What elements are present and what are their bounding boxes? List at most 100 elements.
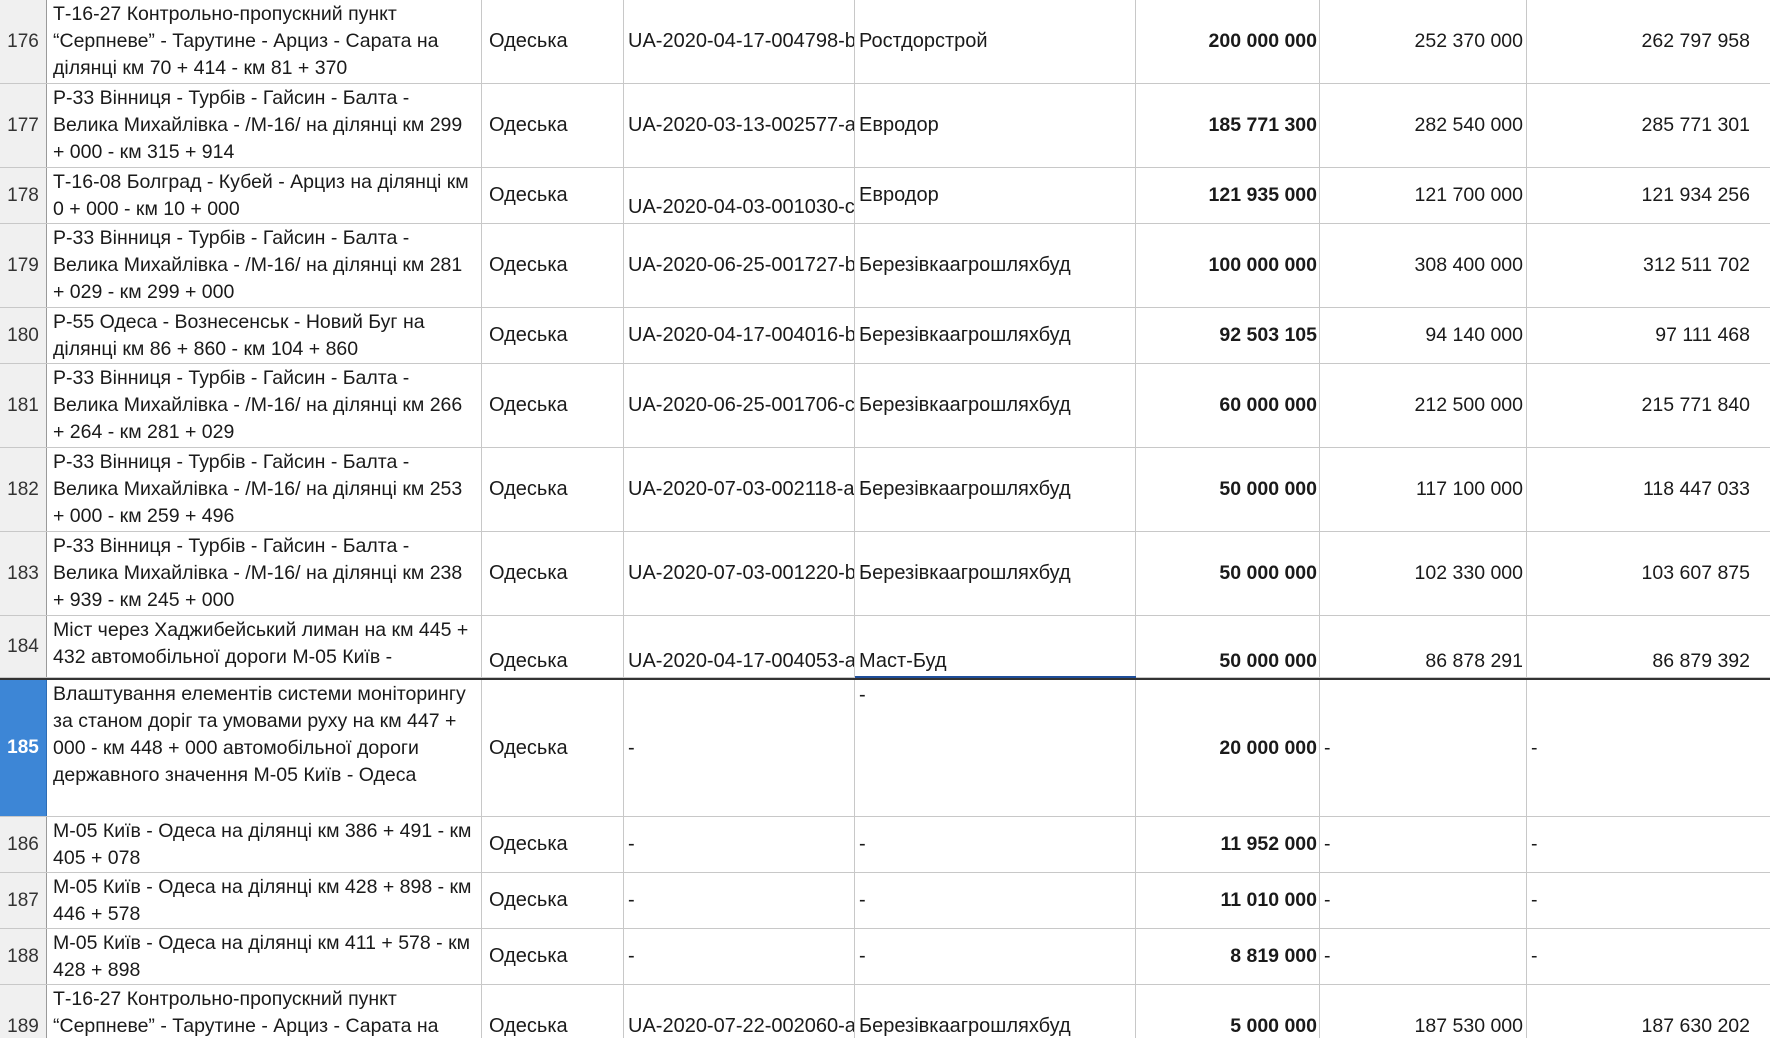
cell-name[interactable]: Р-33 Вінниця - Турбів - Гайсин - Балта -…	[47, 224, 482, 307]
cell-region[interactable]: Одеська	[482, 680, 624, 816]
cell-name[interactable]: Влаштування елементів системи моніторинг…	[47, 680, 482, 816]
cell-amount[interactable]: 100 000 000	[1136, 224, 1320, 307]
cell-amount[interactable]: 5 000 000	[1136, 985, 1320, 1038]
cell-value-1[interactable]: 94 140 000	[1320, 308, 1527, 363]
cell-tender-id[interactable]: UA-2020-04-03-001030-c	[624, 168, 855, 223]
cell-tender-id[interactable]: UA-2020-04-17-004053-a	[624, 616, 855, 677]
cell-region[interactable]: Одеська	[482, 84, 624, 167]
cell-value-2[interactable]: -	[1527, 873, 1770, 928]
cell-value-1[interactable]: 86 878 291	[1320, 616, 1527, 677]
cell-value-1[interactable]: 212 500 000	[1320, 364, 1527, 447]
cell-name[interactable]: Р-33 Вінниця - Турбів - Гайсин - Балта -…	[47, 532, 482, 615]
cell-region[interactable]: Одеська	[482, 448, 624, 531]
row-header[interactable]: 180	[0, 308, 47, 363]
cell-amount[interactable]: 92 503 105	[1136, 308, 1320, 363]
cell-amount[interactable]: 11 010 000	[1136, 873, 1320, 928]
cell-amount[interactable]: 11 952 000	[1136, 817, 1320, 872]
cell-contractor[interactable]: Ростдорстрой	[855, 0, 1136, 83]
cell-contractor[interactable]: Березівкаагрошляхбуд	[855, 364, 1136, 447]
cell-value-2[interactable]: 97 111 468	[1527, 308, 1770, 363]
cell-region[interactable]: Одеська	[482, 532, 624, 615]
cell-value-2[interactable]: -	[1527, 817, 1770, 872]
cell-region[interactable]: Одеська	[482, 929, 624, 984]
cell-amount[interactable]: 121 935 000	[1136, 168, 1320, 223]
cell-contractor[interactable]: Евродор	[855, 168, 1136, 223]
cell-tender-id[interactable]: -	[624, 817, 855, 872]
cell-tender-id[interactable]: UA-2020-06-25-001727-b	[624, 224, 855, 307]
cell-value-2[interactable]: 312 511 702	[1527, 224, 1770, 307]
cell-region[interactable]: Одеська	[482, 0, 624, 83]
row-header[interactable]: 181	[0, 364, 47, 447]
cell-tender-id[interactable]: UA-2020-06-25-001706-c	[624, 364, 855, 447]
cell-tender-id[interactable]: UA-2020-07-03-001220-b	[624, 532, 855, 615]
cell-name[interactable]: М-05 Київ - Одеса на ділянці км 386 + 49…	[47, 817, 482, 872]
cell-value-1[interactable]: -	[1320, 817, 1527, 872]
row-header[interactable]: 176	[0, 0, 47, 83]
cell-value-2[interactable]: 285 771 301	[1527, 84, 1770, 167]
cell-amount[interactable]: 200 000 000	[1136, 0, 1320, 83]
row-header[interactable]: 189	[0, 985, 47, 1038]
row-header[interactable]: 182	[0, 448, 47, 531]
cell-name[interactable]: Р-33 Вінниця - Турбів - Гайсин - Балта -…	[47, 448, 482, 531]
cell-contractor[interactable]: -	[855, 929, 1136, 984]
cell-value-1[interactable]: 308 400 000	[1320, 224, 1527, 307]
cell-value-2[interactable]: 262 797 958	[1527, 0, 1770, 83]
cell-value-2[interactable]: 103 607 875	[1527, 532, 1770, 615]
cell-contractor[interactable]: -	[855, 817, 1136, 872]
row-header[interactable]: 177	[0, 84, 47, 167]
cell-value-1[interactable]: -	[1320, 680, 1527, 816]
cell-amount[interactable]: 8 819 000	[1136, 929, 1320, 984]
cell-amount[interactable]: 50 000 000	[1136, 616, 1320, 677]
cell-name[interactable]: Т-16-08 Болград - Кубей - Арциз на ділян…	[47, 168, 482, 223]
row-header[interactable]: 183	[0, 532, 47, 615]
cell-name[interactable]: М-05 Київ - Одеса на ділянці км 411 + 57…	[47, 929, 482, 984]
cell-amount[interactable]: 50 000 000	[1136, 448, 1320, 531]
cell-contractor[interactable]: Березівкаагрошляхбуд	[855, 448, 1136, 531]
row-header[interactable]: 187	[0, 873, 47, 928]
cell-value-1[interactable]: 282 540 000	[1320, 84, 1527, 167]
cell-contractor[interactable]: -	[855, 680, 1136, 816]
cell-region[interactable]: Одеська	[482, 985, 624, 1038]
cell-name[interactable]: Міст через Хаджибейський лиман на км 445…	[47, 616, 482, 677]
cell-contractor[interactable]: -	[855, 873, 1136, 928]
cell-contractor[interactable]: Березівкаагрошляхбуд	[855, 224, 1136, 307]
cell-region[interactable]: Одеська	[482, 817, 624, 872]
cell-contractor[interactable]: Евродор	[855, 84, 1136, 167]
cell-tender-id[interactable]: -	[624, 873, 855, 928]
cell-value-2[interactable]: -	[1527, 929, 1770, 984]
cell-contractor[interactable]: Маст-Буд	[855, 616, 1136, 677]
cell-value-1[interactable]: 187 530 000	[1320, 985, 1527, 1038]
cell-tender-id[interactable]: -	[624, 680, 855, 816]
cell-tender-id[interactable]: UA-2020-04-17-004798-b	[624, 0, 855, 83]
cell-value-1[interactable]: 102 330 000	[1320, 532, 1527, 615]
cell-name[interactable]: Р-33 Вінниця - Турбів - Гайсин - Балта -…	[47, 364, 482, 447]
cell-contractor[interactable]: Березівкаагрошляхбуд	[855, 308, 1136, 363]
cell-value-2[interactable]: -	[1527, 680, 1770, 816]
cell-region[interactable]: Одеська	[482, 364, 624, 447]
cell-tender-id[interactable]: UA-2020-04-17-004016-b	[624, 308, 855, 363]
row-header[interactable]: 179	[0, 224, 47, 307]
cell-tender-id[interactable]: UA-2020-03-13-002577-a	[624, 84, 855, 167]
cell-amount[interactable]: 20 000 000	[1136, 680, 1320, 816]
cell-name[interactable]: Т-16-27 Контрольно-пропускний пункт “Сер…	[47, 985, 482, 1038]
cell-name[interactable]: Р-55 Одеса - Вознесенськ - Новий Буг на …	[47, 308, 482, 363]
cell-region[interactable]: Одеська	[482, 873, 624, 928]
cell-amount[interactable]: 50 000 000	[1136, 532, 1320, 615]
cell-value-1[interactable]: 252 370 000	[1320, 0, 1527, 83]
cell-value-2[interactable]: 86 879 392	[1527, 616, 1770, 677]
cell-value-2[interactable]: 118 447 033	[1527, 448, 1770, 531]
cell-contractor[interactable]: Березівкаагрошляхбуд	[855, 985, 1136, 1038]
row-header-selected[interactable]: 185	[0, 680, 47, 816]
cell-name[interactable]: Т-16-27 Контрольно-пропускний пункт “Сер…	[47, 0, 482, 83]
cell-value-2[interactable]: 121 934 256	[1527, 168, 1770, 223]
cell-amount[interactable]: 185 771 300	[1136, 84, 1320, 167]
cell-value-2[interactable]: 215 771 840	[1527, 364, 1770, 447]
cell-value-1[interactable]: -	[1320, 929, 1527, 984]
cell-name[interactable]: М-05 Київ - Одеса на ділянці км 428 + 89…	[47, 873, 482, 928]
cell-tender-id[interactable]: UA-2020-07-22-002060-a	[624, 985, 855, 1038]
cell-tender-id[interactable]: UA-2020-07-03-002118-a	[624, 448, 855, 531]
cell-name[interactable]: Р-33 Вінниця - Турбів - Гайсин - Балта -…	[47, 84, 482, 167]
cell-region[interactable]: Одеська	[482, 168, 624, 223]
cell-tender-id[interactable]: -	[624, 929, 855, 984]
row-header[interactable]: 186	[0, 817, 47, 872]
